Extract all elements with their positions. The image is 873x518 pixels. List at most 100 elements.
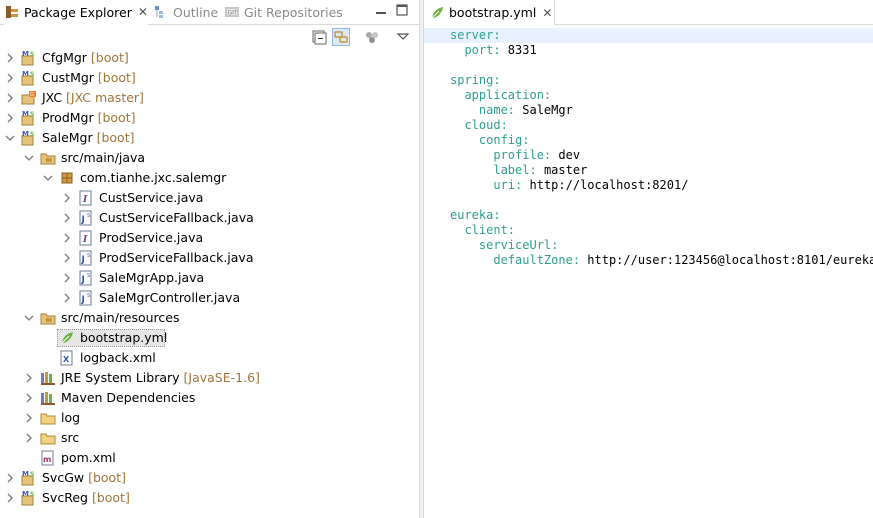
chevron-down-icon[interactable] <box>42 170 54 186</box>
chevron-down-icon[interactable] <box>4 130 16 146</box>
tree-item[interactable]: JRE System Library [JavaSE-1.6] <box>0 368 419 388</box>
view-toolbar <box>0 25 419 47</box>
code-line: cloud: <box>424 118 873 133</box>
chevron-down-icon[interactable] <box>23 310 35 326</box>
tree-item-decoration: [boot] <box>93 110 136 125</box>
tree-item[interactable]: M S ProdMgr [boot] <box>0 108 419 128</box>
java-interface-icon: I <box>78 230 94 246</box>
tree-item-decoration: [boot] <box>92 130 135 145</box>
svg-text:X: X <box>63 355 70 364</box>
code-line: client: <box>424 223 873 238</box>
tree-item[interactable]: log <box>0 408 419 428</box>
chevron-right-icon[interactable] <box>61 270 73 286</box>
svg-text:J: J <box>81 215 85 225</box>
tree-item[interactable]: J S SaleMgrApp.java <box>0 268 419 288</box>
tree-item-label: SaleMgrApp.java <box>99 271 204 285</box>
svg-text:I: I <box>82 235 88 245</box>
yaml-key: server: <box>450 28 501 42</box>
chevron-right-icon[interactable] <box>4 470 16 486</box>
collapse-all-button[interactable] <box>310 28 328 46</box>
link-with-editor-button[interactable] <box>332 28 350 46</box>
chevron-right-icon[interactable] <box>23 430 35 446</box>
maximize-view-button[interactable] <box>395 3 409 17</box>
yaml-value: master <box>536 163 588 177</box>
tree-item[interactable]: M S SvcGw [boot] <box>0 468 419 488</box>
java-class-icon: JS <box>78 270 94 286</box>
tree-item[interactable]: M S SvcReg [boot] <box>0 488 419 508</box>
boot-project-icon: MS <box>21 490 37 506</box>
chevron-right-icon[interactable] <box>61 290 73 306</box>
tree-item[interactable]: com.tianhe.jxc.salemgr <box>0 168 419 188</box>
tree-item-name: SaleMgr <box>42 130 93 145</box>
tree-item-name: logback.xml <box>80 350 156 365</box>
tree-item[interactable]: M S SaleMgr [boot] <box>0 128 419 148</box>
yaml-key: label: <box>493 163 537 177</box>
view-filter-icon[interactable] <box>363 28 381 46</box>
yaml-text-editor[interactable]: server: port: 8331 spring: application: n… <box>424 25 873 518</box>
yaml-key: config: <box>478 133 530 147</box>
tab-package-explorer[interactable]: Package Explorer ✕ <box>4 0 148 26</box>
tree-item-label: SaleMgr [boot] <box>42 131 134 145</box>
boot-project-icon: MS <box>21 70 37 86</box>
tree-item-label: CustServiceFallback.java <box>99 211 254 225</box>
chevron-down-icon[interactable] <box>23 150 35 166</box>
chevron-right-icon[interactable] <box>4 90 16 106</box>
chevron-right-icon[interactable] <box>4 110 16 126</box>
chevron-right-icon[interactable] <box>4 490 16 506</box>
close-icon[interactable]: ✕ <box>542 6 552 20</box>
tree-item[interactable]: src/main/resources <box>0 308 419 328</box>
tree-item[interactable]: Xlogback.xml <box>0 348 419 368</box>
tree-item[interactable]: src/main/java <box>0 148 419 168</box>
tree-item-name: log <box>61 410 81 425</box>
java-class-icon: JS <box>78 290 94 306</box>
tree-item-name: src <box>61 430 80 445</box>
chevron-right-icon[interactable] <box>23 370 35 386</box>
tree-item-decoration: [JavaSE-1.6] <box>179 370 260 385</box>
close-icon[interactable]: ✕ <box>138 5 148 19</box>
chevron-right-icon[interactable] <box>23 410 35 426</box>
source-folder-icon <box>40 310 56 326</box>
tab-git-repositories[interactable]: GIT Git Repositories <box>224 0 343 24</box>
tree-item[interactable]: m pom.xml <box>0 448 419 468</box>
yaml-key: cloud: <box>464 118 508 132</box>
tree-item-label: src <box>61 431 79 445</box>
tree-item[interactable]: M S CustMgr [boot] <box>0 68 419 88</box>
minimize-view-button[interactable] <box>374 3 388 17</box>
svg-text:S: S <box>30 51 34 58</box>
tree-item-label: src/main/resources <box>61 311 179 325</box>
tree-item-name: SvcGw <box>42 470 85 485</box>
tree-item-label: ProdService.java <box>99 231 203 245</box>
tree-item-name: CustMgr <box>42 70 94 85</box>
chevron-right-icon[interactable] <box>23 390 35 406</box>
maven-pom-icon: m <box>40 450 56 466</box>
tree-item[interactable]: M S CfgMgr [boot] <box>0 48 419 68</box>
tree-item[interactable]: bootstrap.yml <box>0 328 419 348</box>
tree-item[interactable]: I CustService.java <box>0 188 419 208</box>
tree-item[interactable]: Maven Dependencies <box>0 388 419 408</box>
tab-bootstrap-yml[interactable]: bootstrap.yml ✕ <box>424 0 555 25</box>
svg-text:S: S <box>30 71 34 78</box>
chevron-right-icon[interactable] <box>61 230 73 246</box>
chevron-right-icon[interactable] <box>61 250 73 266</box>
package-explorer-icon <box>4 4 20 20</box>
editor-tab-label: bootstrap.yml <box>449 5 537 20</box>
tree-item[interactable]: G JXC [JXC master] <box>0 88 419 108</box>
chevron-right-icon[interactable] <box>61 190 73 206</box>
tab-label: Git Repositories <box>244 4 343 20</box>
git-repository-icon: GIT <box>224 4 240 20</box>
view-menu-chevron-down-icon[interactable] <box>395 28 413 46</box>
tree-item[interactable]: J S SaleMgrController.java <box>0 288 419 308</box>
xml-file-icon: X <box>59 350 75 366</box>
tree-item[interactable]: I ProdService.java <box>0 228 419 248</box>
svg-text:S: S <box>30 111 34 118</box>
tab-outline[interactable]: Outline <box>153 0 218 24</box>
tree-item[interactable]: src <box>0 428 419 448</box>
tree-item[interactable]: J S ProdServiceFallback.java <box>0 248 419 268</box>
tree-item[interactable]: J S CustServiceFallback.java <box>0 208 419 228</box>
chevron-right-icon[interactable] <box>4 70 16 86</box>
tree-item-label: JRE System Library [JavaSE-1.6] <box>61 371 260 385</box>
chevron-right-icon[interactable] <box>4 50 16 66</box>
chevron-right-icon[interactable] <box>61 210 73 226</box>
